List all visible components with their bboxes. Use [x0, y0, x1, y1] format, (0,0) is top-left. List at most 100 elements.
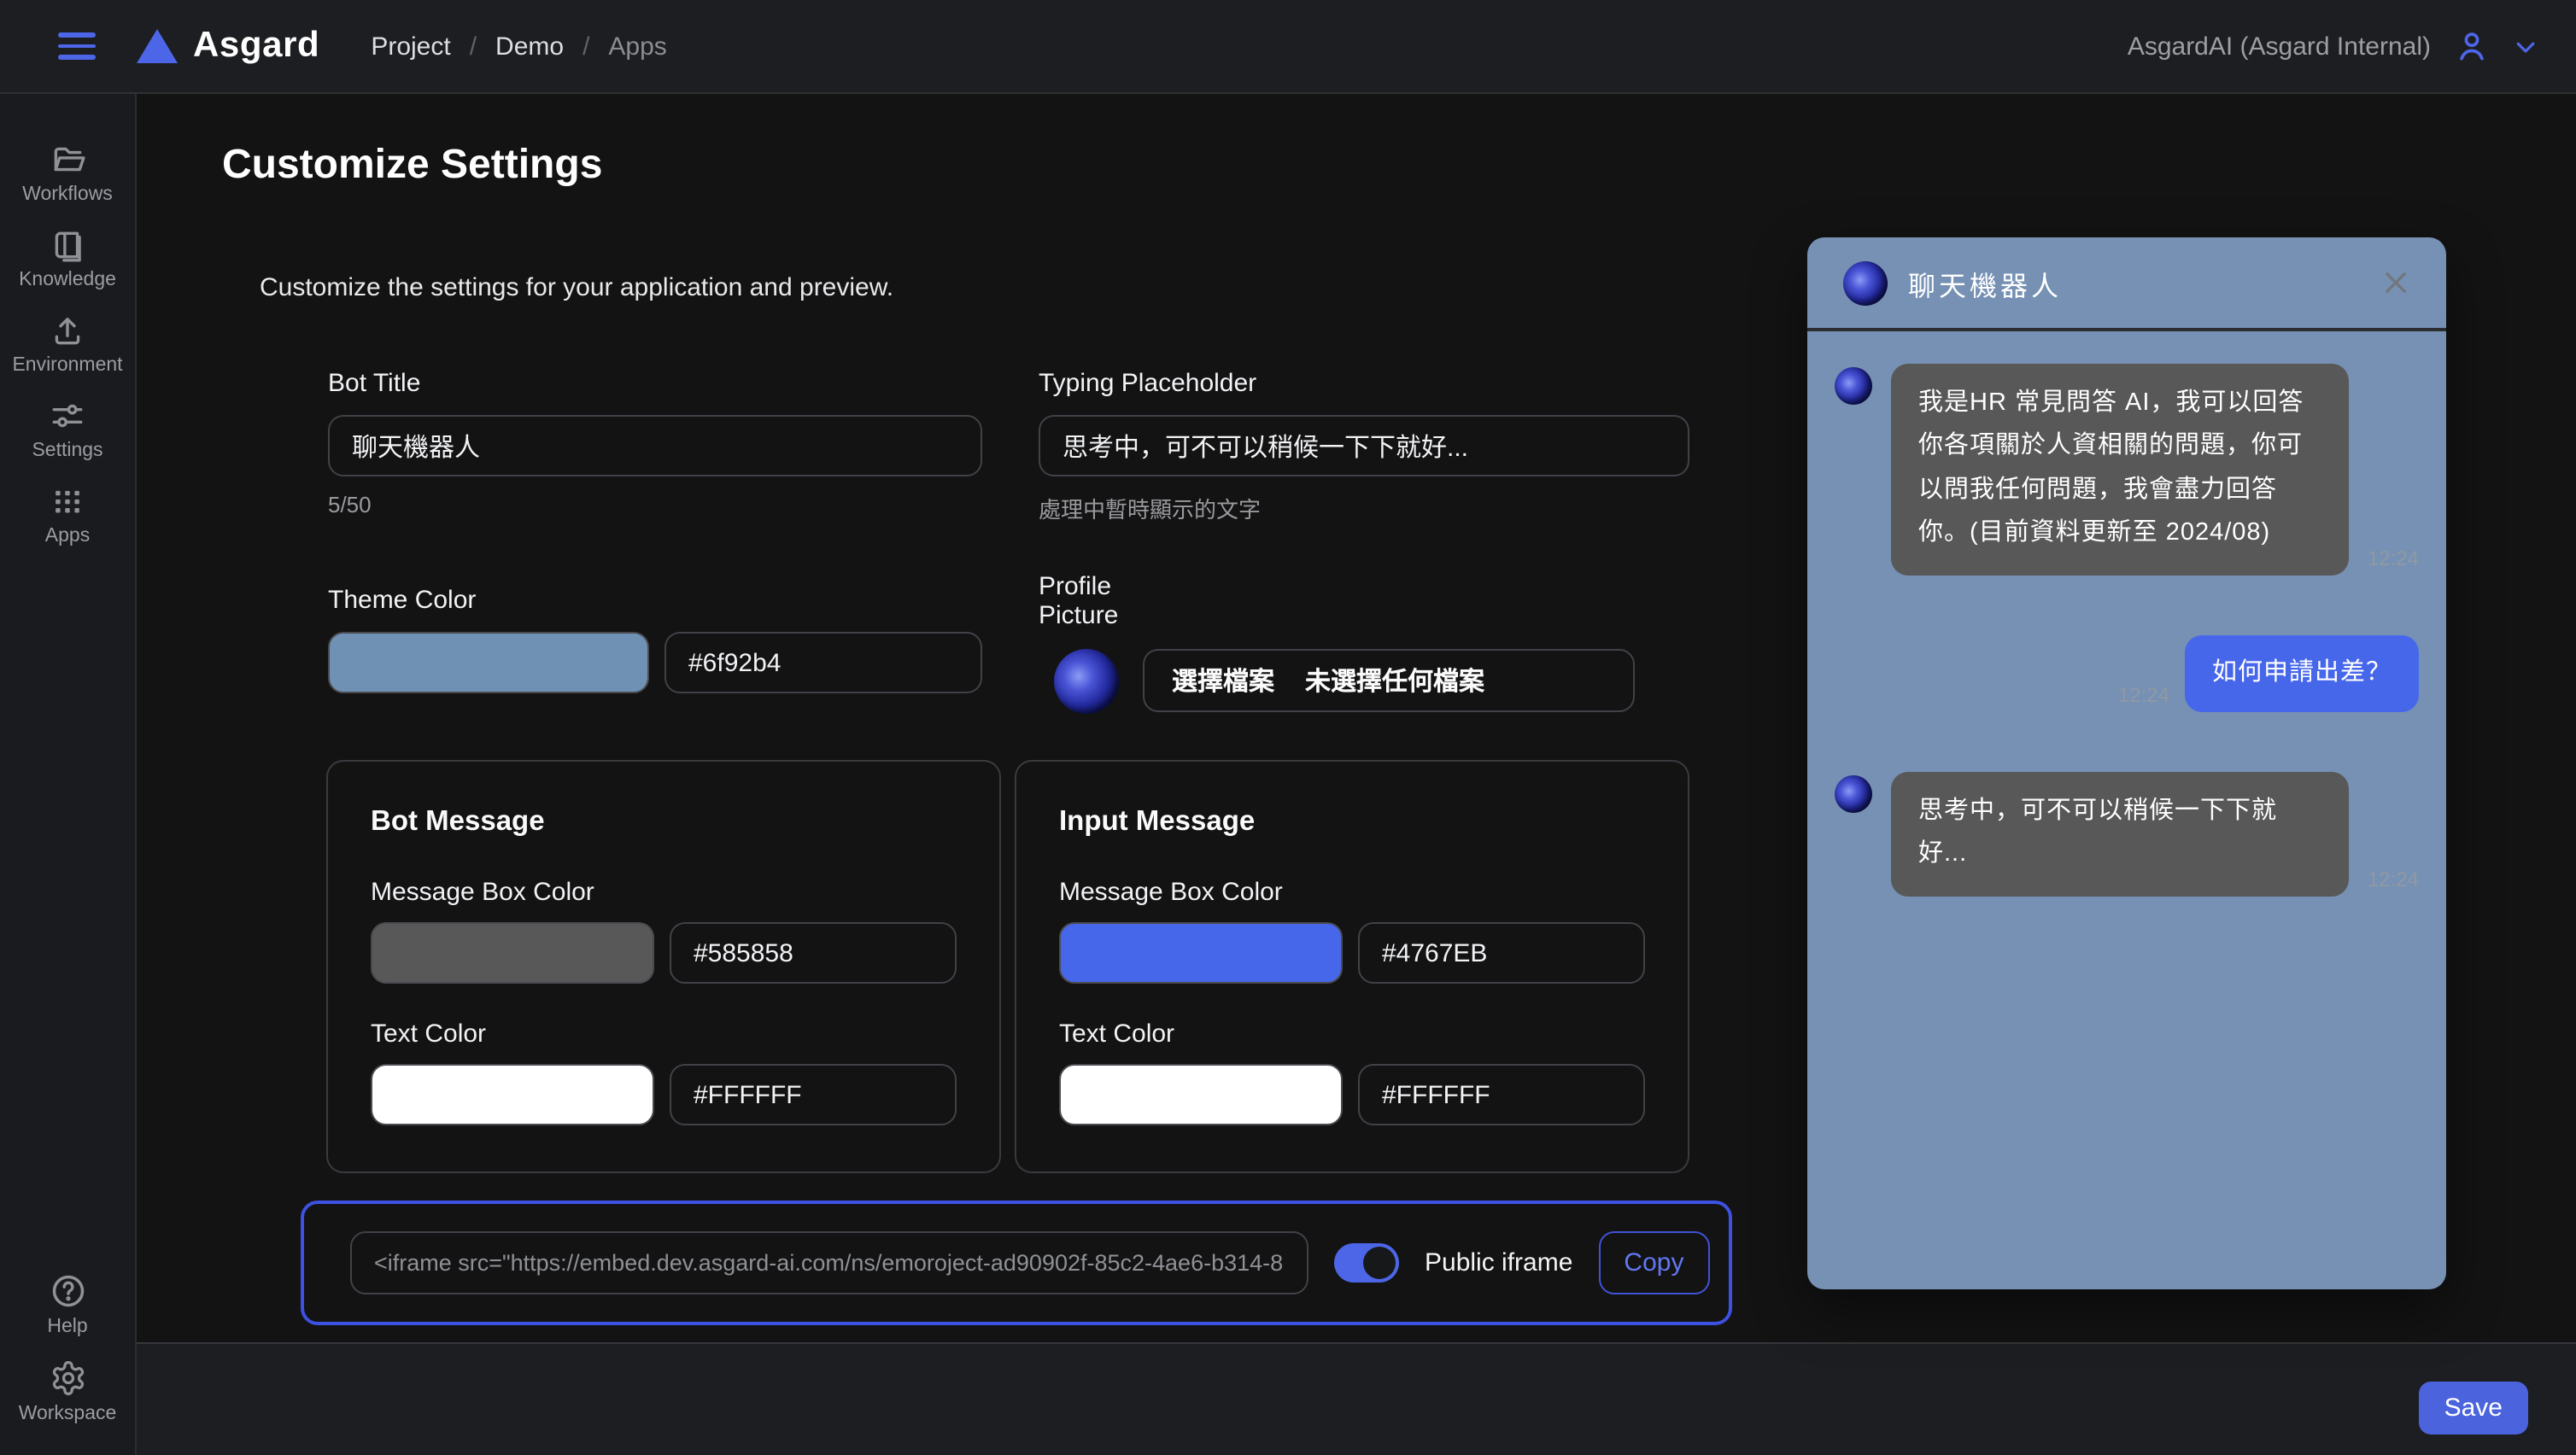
close-icon[interactable]	[2381, 268, 2410, 297]
public-iframe-toggle[interactable]	[1334, 1243, 1399, 1283]
bot-title-label: Bot Title	[328, 369, 982, 398]
sidebar-item-settings[interactable]: Settings	[0, 394, 135, 465]
sidebar-item-label: Workflows	[22, 184, 113, 205]
chat-title: 聊天機器人	[1908, 262, 2062, 303]
bot-box-color-swatch[interactable]	[371, 922, 654, 984]
chat-header: 聊天機器人	[1807, 237, 2446, 331]
sidebar-item-knowledge[interactable]: Knowledge	[0, 224, 135, 294]
bot-avatar	[1843, 260, 1888, 305]
chevron-down-icon[interactable]	[2513, 33, 2538, 59]
message-timestamp: 12:24	[2118, 683, 2169, 707]
page-description: Customize the settings for your applicat…	[260, 273, 893, 302]
sidebar-item-label: Environment	[12, 355, 122, 376]
chat-message-bot: 思考中，可不可以稍候一下下就好... 12:24	[1835, 772, 2419, 897]
main-content: Customize Settings Customize the setting…	[137, 94, 2576, 1455]
navbar-right: AsgardAI (Asgard Internal)	[2128, 27, 2538, 65]
chat-message-user: 12:24 如何申請出差？	[1835, 634, 2419, 712]
sidebar-item-apps[interactable]: Apps	[0, 480, 135, 550]
input-box-color-swatch[interactable]	[1059, 922, 1343, 984]
gear-icon	[49, 1359, 86, 1397]
breadcrumb-separator: /	[470, 32, 477, 61]
sliders-icon	[50, 398, 85, 434]
breadcrumb-demo[interactable]: Demo	[495, 32, 564, 61]
app-root: Asgard Project / Demo / Apps AsgardAI (A…	[0, 0, 2576, 1455]
sidebar-item-label: Apps	[45, 526, 90, 546]
sidebar-item-workflows[interactable]: Workflows	[0, 138, 135, 208]
brand-logo[interactable]: Asgard	[137, 26, 319, 67]
save-button[interactable]: Save	[2419, 1382, 2528, 1435]
top-navbar: Asgard Project / Demo / Apps AsgardAI (A…	[0, 0, 2576, 94]
input-text-color-hex-input[interactable]	[1358, 1064, 1645, 1125]
theme-color-swatch[interactable]	[328, 632, 649, 693]
sidebar-item-label: Help	[47, 1317, 87, 1337]
bot-message-panel: Bot Message Message Box Color Text Color	[326, 760, 1001, 1173]
user-icon[interactable]	[2453, 27, 2491, 65]
chat-body: 我是HR 常見問答 AI，我可以回答你各項關於人資相關的問題，你可以問我任何問題…	[1807, 331, 2446, 988]
theme-color-hex-input[interactable]	[664, 632, 982, 693]
sidebar-item-label: Workspace	[19, 1404, 117, 1424]
help-circle-icon	[49, 1272, 86, 1310]
bot-title-field: Bot Title 5/50	[328, 369, 982, 517]
input-message-panel: Input Message Message Box Color Text Col…	[1015, 760, 1689, 1173]
bot-box-color-hex-input[interactable]	[670, 922, 957, 984]
input-text-color-label: Text Color	[1059, 1020, 1645, 1049]
bot-box-color-label: Message Box Color	[371, 878, 957, 907]
input-message-title: Input Message	[1059, 806, 1645, 839]
choose-file-button[interactable]: 選擇檔案	[1172, 663, 1274, 698]
file-status-text: 未選擇任何檔案	[1305, 663, 1484, 698]
message-timestamp: 12:24	[2368, 546, 2419, 570]
sidebar: Workflows Knowledge Environment Settings	[0, 94, 137, 1455]
bot-message-bubble: 我是HR 常見問答 AI，我可以回答你各項關於人資相關的問題，你可以問我任何問題…	[1891, 364, 2349, 575]
breadcrumb: Project / Demo / Apps	[371, 32, 667, 61]
bot-avatar	[1835, 367, 1872, 405]
account-label: AsgardAI (Asgard Internal)	[2128, 32, 2431, 61]
bot-avatar	[1835, 775, 1872, 813]
brand-name: Asgard	[193, 26, 319, 67]
copy-button[interactable]: Copy	[1598, 1231, 1709, 1294]
input-box-color-hex-input[interactable]	[1358, 922, 1645, 984]
breadcrumb-project[interactable]: Project	[371, 32, 450, 61]
typing-placeholder-label: Typing Placeholder	[1039, 369, 1689, 398]
triangle-logo-icon	[137, 29, 178, 63]
file-upload-input[interactable]: 選擇檔案 未選擇任何檔案	[1143, 649, 1635, 712]
theme-color-field: Theme Color	[328, 586, 982, 693]
embed-code-bar: Public iframe Copy	[301, 1201, 1732, 1325]
page-title: Customize Settings	[222, 142, 602, 190]
breadcrumb-separator: /	[583, 32, 589, 61]
book-icon	[50, 227, 85, 263]
bot-title-counter: 5/50	[328, 492, 982, 517]
chat-message-bot: 我是HR 常見問答 AI，我可以回答你各項關於人資相關的問題，你可以問我任何問題…	[1835, 364, 2419, 575]
sidebar-item-environment[interactable]: Environment	[0, 309, 135, 379]
sidebar-item-label: Settings	[32, 441, 102, 461]
public-iframe-label: Public iframe	[1425, 1248, 1572, 1277]
message-timestamp: 12:24	[2368, 867, 2419, 891]
footer-bar: Save	[137, 1342, 2576, 1455]
grid-dots-icon	[50, 483, 85, 519]
breadcrumb-apps[interactable]: Apps	[608, 32, 666, 61]
sidebar-item-label: Knowledge	[19, 270, 116, 290]
input-box-color-label: Message Box Color	[1059, 878, 1645, 907]
bot-message-bubble: 思考中，可不可以稍候一下下就好...	[1891, 772, 2349, 897]
input-text-color-swatch[interactable]	[1059, 1064, 1343, 1125]
chat-preview-panel: 聊天機器人 我是HR 常見問答 AI，我可以回答你各項關於人資相關的問題，你可以…	[1807, 237, 2446, 1289]
bot-text-color-hex-input[interactable]	[670, 1064, 957, 1125]
profile-picture-field: Profile Picture 選擇檔案 未選擇任何檔案	[1039, 572, 1689, 713]
profile-picture-avatar	[1054, 648, 1119, 713]
toggle-knob	[1363, 1247, 1396, 1279]
typing-placeholder-helper: 處理中暫時顯示的文字	[1039, 492, 1689, 524]
profile-picture-label: Profile Picture	[1039, 572, 1141, 631]
theme-color-label: Theme Color	[328, 586, 982, 615]
user-message-bubble: 如何申請出差？	[2185, 634, 2419, 712]
embed-code-input[interactable]	[350, 1231, 1308, 1294]
folder-open-icon	[50, 142, 85, 178]
sidebar-item-help[interactable]: Help	[0, 1269, 135, 1341]
bot-text-color-swatch[interactable]	[371, 1064, 654, 1125]
bot-text-color-label: Text Color	[371, 1020, 957, 1049]
typing-placeholder-field: Typing Placeholder 處理中暫時顯示的文字	[1039, 369, 1689, 524]
bot-title-input[interactable]	[328, 415, 982, 476]
hamburger-menu-icon[interactable]	[58, 32, 96, 60]
typing-placeholder-input[interactable]	[1039, 415, 1689, 476]
sidebar-item-workspace[interactable]: Workspace	[0, 1356, 135, 1428]
upload-icon	[50, 313, 85, 348]
bot-message-title: Bot Message	[371, 806, 957, 839]
